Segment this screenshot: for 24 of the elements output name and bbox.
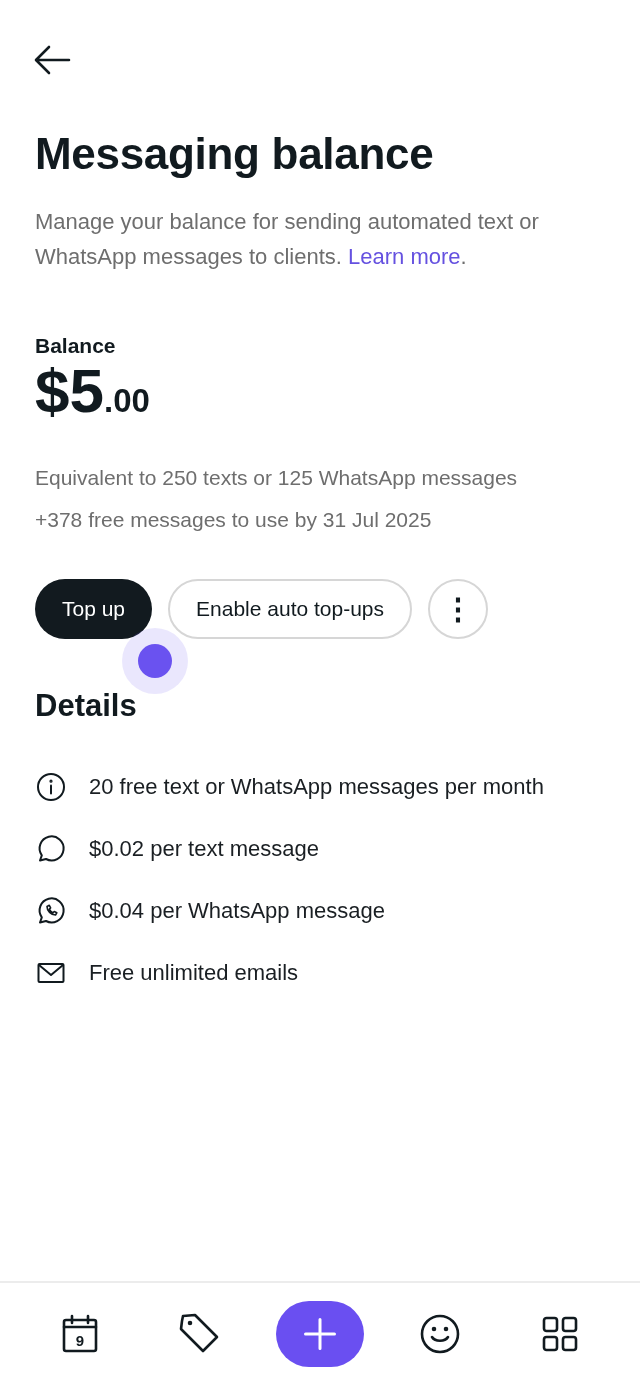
back-arrow-icon (33, 44, 71, 76)
equivalent-text: Equivalent to 250 texts or 125 WhatsApp messages (35, 465, 518, 491)
detail-text: $0.02 per text message (89, 835, 319, 863)
grid-icon (542, 1315, 578, 1352)
free-messages-text: +378 free messages to use by 31 Jul 2025 (35, 507, 432, 533)
more-options-button[interactable]: ⋮ (428, 579, 489, 639)
details-heading: Details (35, 688, 137, 724)
auto-top-up-button[interactable]: Enable auto top-ups (168, 579, 413, 639)
detail-text: $0.04 per WhatsApp message (89, 897, 385, 925)
chat-bubble-icon (36, 834, 66, 864)
calendar-tab[interactable]: 9 (50, 1303, 110, 1364)
description: Manage your balance for sending automated text or WhatsApp messages to clients. Learn more. (35, 208, 540, 271)
info-icon (36, 772, 66, 802)
back-button[interactable] (33, 44, 71, 76)
balance-label: Balance (35, 333, 117, 359)
learn-more-link[interactable]: Learn more (348, 244, 461, 269)
page-title: Messaging balance (35, 128, 435, 180)
top-up-button[interactable]: Top up (35, 579, 153, 639)
smiley-icon (420, 1313, 460, 1354)
detail-text: Free unlimited emails (89, 959, 299, 987)
detail-text: 20 free text or WhatsApp messages per month (89, 773, 544, 801)
balance-amount: $5.00 (35, 360, 150, 422)
phone-chat-bubble-icon (36, 896, 66, 926)
plus-icon (304, 1317, 336, 1350)
